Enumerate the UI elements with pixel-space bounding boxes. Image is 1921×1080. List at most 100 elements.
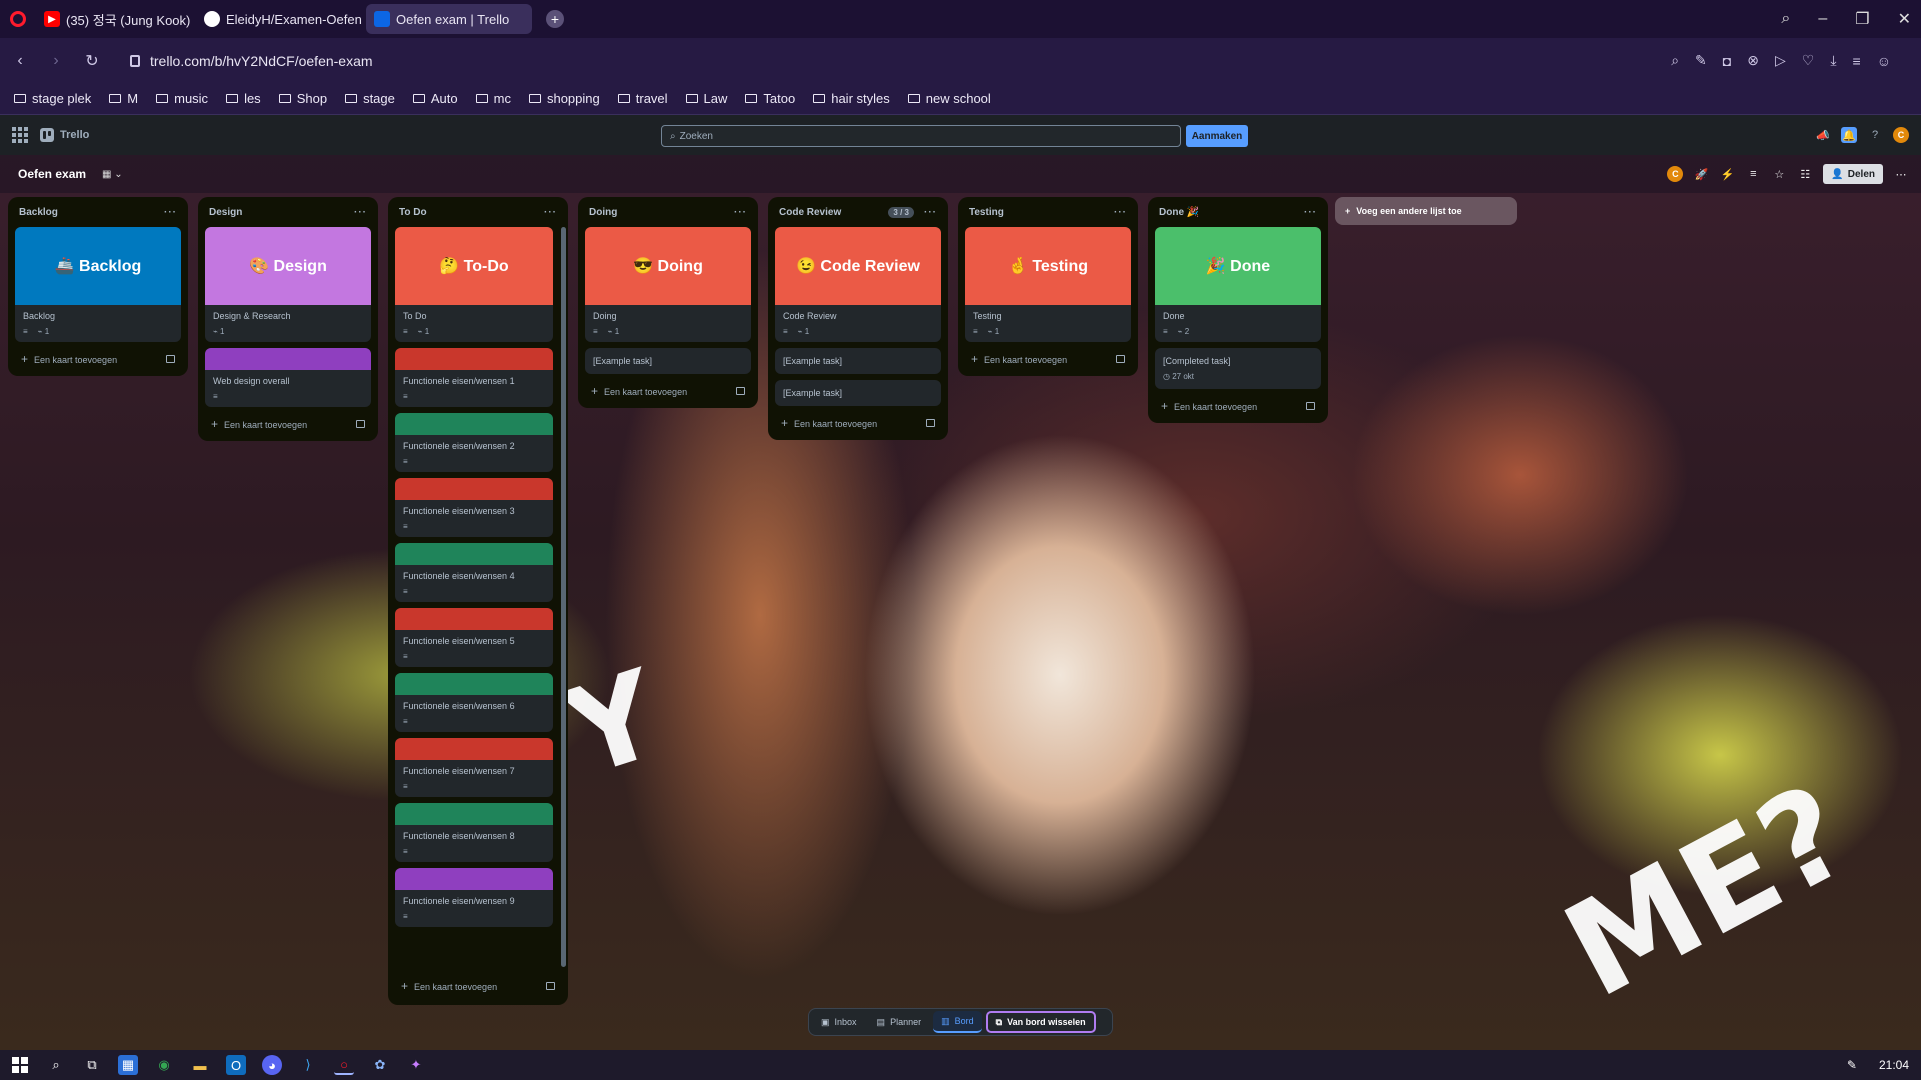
add-card-button[interactable]: + Een kaart toevoegen <box>775 406 941 432</box>
list-item[interactable]: [Example task] <box>775 348 941 374</box>
list-item[interactable]: 😉 Code Review Code Review ≡ ⌁ 1 <box>775 227 941 342</box>
list-item[interactable]: Functionele eisen/wensen 2 ≡ <box>395 413 553 472</box>
discord-icon[interactable]: ◕ <box>262 1055 282 1075</box>
avatar[interactable]: C <box>1893 127 1909 143</box>
board-title[interactable]: Oefen exam <box>18 167 86 181</box>
list-menu-icon[interactable]: ··· <box>734 207 747 218</box>
edit-icon[interactable]: ✎ <box>1695 52 1707 69</box>
add-card-button[interactable]: + Een kaart toevoegen <box>585 374 751 400</box>
add-card-button[interactable]: + Een kaart toevoegen <box>395 975 561 995</box>
bookmark-folder[interactable]: new school <box>907 91 991 106</box>
outlook-icon[interactable]: O <box>226 1055 246 1075</box>
rocket-icon[interactable]: 🚀 <box>1693 166 1709 182</box>
bookmark-folder[interactable]: mc <box>475 91 511 106</box>
list-menu-icon[interactable]: ··· <box>1114 207 1127 218</box>
list-item[interactable]: [Example task] <box>585 348 751 374</box>
url-field[interactable]: trello.com/b/hvY2NdCF/oefen-exam <box>130 53 373 69</box>
list-item[interactable]: 🤔 To-Do To Do ≡ ⌁ 1 <box>395 227 553 342</box>
bell-icon[interactable]: 🔔 <box>1841 127 1857 143</box>
member-avatar[interactable]: C <box>1667 166 1684 182</box>
easy-setup-icon[interactable]: ≡ <box>1853 53 1861 69</box>
forward-icon[interactable]: › <box>38 52 74 70</box>
flow-icon[interactable]: ▷ <box>1775 52 1786 69</box>
zoom-icon[interactable]: ⌕ <box>1671 52 1679 69</box>
template-icon[interactable] <box>546 982 555 990</box>
list-item[interactable]: [Example task] <box>775 380 941 406</box>
bookmark-folder[interactable]: les <box>226 91 261 106</box>
bookmark-folder[interactable]: music <box>156 91 208 106</box>
pen-icon[interactable]: ✎ <box>1847 1058 1857 1072</box>
trello-logo[interactable]: Trello <box>40 128 89 142</box>
add-card-button[interactable]: + Een kaart toevoegen <box>1155 389 1321 415</box>
automation-icon[interactable]: ⚡ <box>1719 166 1735 182</box>
add-card-button[interactable]: + Een kaart toevoegen <box>205 407 371 433</box>
search-input[interactable]: ⌕ Zoeken <box>661 125 1181 147</box>
board-view-switch-icon[interactable]: ▦ ⌄ <box>102 169 123 180</box>
bookmark-folder[interactable]: Law <box>685 91 727 106</box>
list-item[interactable]: Functionele eisen/wensen 4 ≡ <box>395 543 553 602</box>
bookmark-folder[interactable]: stage <box>345 91 395 106</box>
file-explorer-icon[interactable]: ▬ <box>190 1055 210 1075</box>
minimize-button[interactable]: – <box>1818 10 1827 28</box>
tab-github[interactable]: EleidyH/Examen-OefenOp <box>196 4 362 34</box>
list-item[interactable]: 😎 Doing Doing ≡ ⌁ 1 <box>585 227 751 342</box>
list-item[interactable]: Functionele eisen/wensen 7 ≡ <box>395 738 553 797</box>
template-icon[interactable] <box>166 355 175 363</box>
help-icon[interactable]: ? <box>1867 127 1883 143</box>
bookmark-folder[interactable]: Tatoo <box>745 91 795 106</box>
list-header[interactable]: Design ··· <box>205 203 371 221</box>
camera-icon[interactable]: ◘ <box>1723 53 1731 69</box>
app-switcher-icon[interactable] <box>12 127 28 143</box>
list-menu-icon[interactable]: ··· <box>924 207 937 218</box>
bookmark-folder[interactable]: hair styles <box>813 91 890 106</box>
template-icon[interactable] <box>1116 355 1125 363</box>
app-icon-2[interactable]: ✦ <box>406 1055 426 1075</box>
template-icon[interactable] <box>926 419 935 427</box>
bookmark-folder[interactable]: M <box>109 91 138 106</box>
list-item[interactable]: 🤞 Testing Testing ≡ ⌁ 1 <box>965 227 1131 342</box>
share-button[interactable]: 👤 Delen <box>1823 164 1883 184</box>
list-scrollbar[interactable] <box>561 227 566 967</box>
back-icon[interactable]: ‹ <box>2 52 38 70</box>
bookmark-folder[interactable]: travel <box>617 91 668 106</box>
list-item[interactable]: Functionele eisen/wensen 6 ≡ <box>395 673 553 732</box>
list-item[interactable]: Functionele eisen/wensen 5 ≡ <box>395 608 553 667</box>
megaphone-icon[interactable]: 📣 <box>1815 127 1831 143</box>
download-icon[interactable]: ⤓ <box>1830 52 1836 69</box>
more-icon[interactable]: ⋯ <box>1893 166 1909 182</box>
list-item[interactable]: 🎉 Done Done ≡ ⌁ 2 <box>1155 227 1321 342</box>
chrome-icon[interactable]: ◉ <box>154 1055 174 1075</box>
star-icon[interactable]: ☆ <box>1771 166 1787 182</box>
task-view-icon[interactable]: ⧉ <box>82 1055 102 1075</box>
opera-menu-icon[interactable] <box>0 0 36 38</box>
list-item[interactable]: Functionele eisen/wensen 8 ≡ <box>395 803 553 862</box>
vscode-icon[interactable]: ⟩ <box>298 1055 318 1075</box>
list-item[interactable]: 🎨 Design Design & Research ⌁ 1 <box>205 227 371 342</box>
visibility-icon[interactable]: ☷ <box>1797 166 1813 182</box>
new-tab-button[interactable]: + <box>546 10 564 28</box>
bookmark-folder[interactable]: Auto <box>412 91 458 106</box>
add-list-button[interactable]: + Voeg een andere lijst toe <box>1335 197 1517 225</box>
opera-icon[interactable]: ○ <box>334 1055 354 1075</box>
list-menu-icon[interactable]: ··· <box>1304 207 1317 218</box>
bookmark-folder[interactable]: stage plek <box>14 91 91 106</box>
reload-icon[interactable]: ↻ <box>74 51 110 71</box>
tab-trello[interactable]: Oefen exam | Trello <box>366 4 532 34</box>
search-icon[interactable]: ⌕ <box>46 1055 66 1075</box>
tab-search-icon[interactable]: ⌕ <box>1781 10 1790 28</box>
list-header[interactable]: Backlog ··· <box>15 203 181 221</box>
restore-button[interactable]: ❐ <box>1855 9 1869 29</box>
add-card-button[interactable]: + Een kaart toevoegen <box>15 342 181 368</box>
bookmark-folder[interactable]: Shop <box>278 91 327 106</box>
clock-time[interactable]: 21:04 <box>1879 1058 1909 1072</box>
filter-icon[interactable]: ≡ <box>1745 166 1761 182</box>
tab-youtube[interactable]: ▶ (35) 정국 (Jung Kook) <box>36 4 196 34</box>
template-icon[interactable] <box>356 420 365 428</box>
list-item[interactable]: Functionele eisen/wensen 3 ≡ <box>395 478 553 537</box>
list-item[interactable]: Web design overall ≡ <box>205 348 371 407</box>
store-icon[interactable]: ▦ <box>118 1055 138 1075</box>
list-item[interactable]: [Completed task] ◷ 27 okt <box>1155 348 1321 389</box>
list-menu-icon[interactable]: ··· <box>354 207 367 218</box>
bookmark-folder[interactable]: shopping <box>528 91 600 106</box>
close-button[interactable]: ✕ <box>1898 9 1911 29</box>
